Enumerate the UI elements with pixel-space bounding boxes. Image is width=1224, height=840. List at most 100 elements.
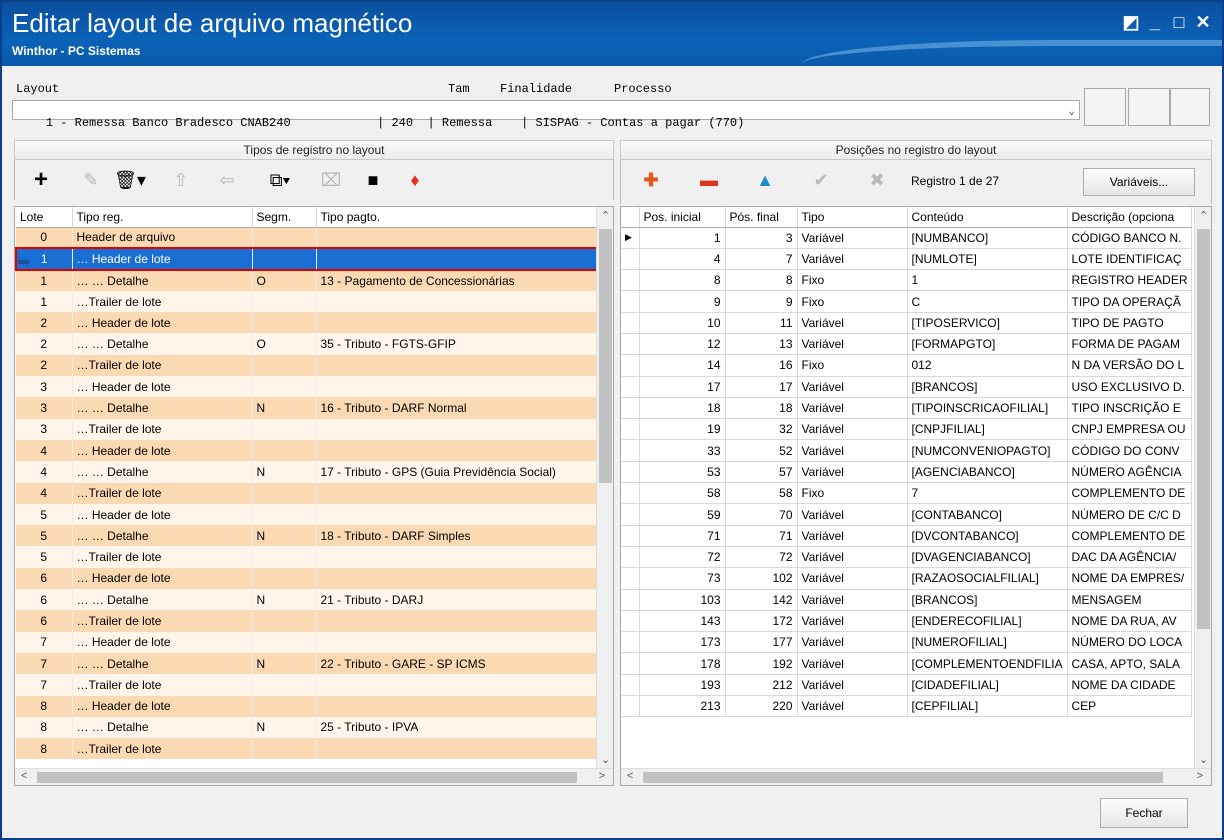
table-row[interactable]: ▶ 1 3 Variável [NUMBANCO] CÓDIGO BANCO N. <box>621 227 1192 249</box>
scroll-thumb-h[interactable] <box>37 772 577 783</box>
table-row[interactable]: 5 …Trailer de lote <box>16 546 599 568</box>
table-row[interactable]: 72 72 Variável [DVAGENCIABANCO] DAC DA AGÊNC… <box>621 546 1192 569</box>
delete-icon[interactable]: 🗑▾ <box>111 168 149 192</box>
table-row[interactable]: 33 52 Variável [NUMCONVENIOPAGTO] CÓDIGO DO … <box>621 439 1192 462</box>
title-bar[interactable]: Editar layout de arquivo magnético Winth… <box>2 2 1222 66</box>
paste-icon[interactable]: ⌧ <box>319 168 343 192</box>
scroll-thumb-h[interactable] <box>643 772 1163 783</box>
table-row[interactable]: 6… … Detalhe N 21 - Tributo - DARJ <box>16 589 599 611</box>
table-row[interactable]: 2… … Detalhe O 35 - Tributo - FGTS-GFIP <box>16 333 599 355</box>
table-row[interactable]: 14 16 Fixo 012 N DA VERSÃO DO L <box>621 354 1192 377</box>
col-header-pos-inicial[interactable]: Pos. inicial <box>639 207 726 228</box>
maximize-icon[interactable]: □ <box>1168 12 1190 33</box>
table-row[interactable]: 73 102 Variável [RAZAOSOCIALFILIAL] NOME DA … <box>621 567 1192 590</box>
table-row[interactable]: 6 …Trailer de lote <box>16 610 599 632</box>
col-header-descricao[interactable]: Descrição (opciona <box>1067 207 1192 228</box>
scroll-left-icon[interactable]: < <box>627 770 633 782</box>
cancel-icon[interactable]: ✖ <box>865 168 889 192</box>
warning-icon[interactable]: ♦ <box>403 168 427 192</box>
doc-icon[interactable]: ■ <box>361 168 385 192</box>
table-row[interactable]: 173 177 Variável [NUMEROFILIAL] NÚMERO DO LO… <box>621 631 1192 654</box>
layout-select[interactable]: 1 - Remessa Banco Bradesco CNAB240 | 240… <box>12 100 1080 130</box>
table-row[interactable]: 1 …Trailer de lote <box>16 290 599 313</box>
table-row[interactable]: 3… … Detalhe N 16 - Tributo - DARF Normal <box>16 397 599 419</box>
table-row[interactable]: 12 13 Variável [FORMAPGTO] FORMA DE PAGAM <box>621 333 1192 356</box>
scroll-down-icon[interactable]: ⌄ <box>601 753 610 766</box>
close-icon[interactable]: ✕ <box>1192 12 1214 33</box>
move-left-icon[interactable]: ⇦ <box>215 168 239 192</box>
table-row[interactable]: 1… Header de lote <box>15 247 599 271</box>
layout-action-button-1[interactable] <box>1084 88 1126 126</box>
table-row[interactable]: 4 7 Variável [NUMLOTE] LOTE IDENTIFICAÇ <box>621 248 1192 271</box>
table-row[interactable]: 71 71 Variável [DVCONTABANCO] COMPLEMENTO DE <box>621 525 1192 547</box>
edit-icon[interactable]: ✎ <box>79 168 103 192</box>
left-vertical-scrollbar[interactable]: ⌃ ⌄ <box>596 207 613 768</box>
cell-tipo-pagto <box>316 631 599 653</box>
table-row[interactable]: 18 18 Variável [TIPOINSCRICAOFILIAL] TIPO IN… <box>621 397 1192 420</box>
col-header-lote[interactable]: Lote <box>16 207 73 228</box>
layout-action-button-3[interactable] <box>1170 88 1210 126</box>
col-header-segm[interactable]: Segm. <box>252 207 317 228</box>
table-row[interactable]: 5… Header de lote <box>16 503 599 526</box>
table-row[interactable]: 3… Header de lote <box>16 376 599 398</box>
right-horizontal-scrollbar[interactable]: < > <box>621 768 1211 785</box>
table-row[interactable]: 8… … Detalhe N 25 - Tributo - IPVA <box>16 716 599 739</box>
table-row[interactable]: 58 58 Fixo 7 COMPLEMENTO DE <box>621 482 1192 505</box>
copy-icon[interactable]: ⧉▾ <box>261 168 299 192</box>
table-row[interactable]: 4 …Trailer de lote <box>16 482 599 504</box>
scroll-up-icon[interactable]: ⌃ <box>1199 209 1208 222</box>
table-row[interactable]: 7… … Detalhe N 22 - Tributo - GARE - SP IC… <box>16 652 599 675</box>
col-header-tipo-reg[interactable]: Tipo reg. <box>72 207 253 228</box>
table-row[interactable]: 7 …Trailer de lote <box>16 674 599 696</box>
add-icon[interactable]: + <box>29 168 53 192</box>
col-header-pos-final[interactable]: Pós. final <box>725 207 798 228</box>
scroll-left-icon[interactable]: < <box>21 770 27 782</box>
table-row[interactable]: 8 …Trailer de lote <box>16 738 599 760</box>
scroll-thumb[interactable] <box>1197 229 1210 629</box>
scroll-up-icon[interactable]: ⌃ <box>601 209 610 222</box>
table-row[interactable]: 143 172 Variável [ENDERECOFILIAL] NOME DA RU… <box>621 610 1192 633</box>
table-row[interactable]: 0 Header de arquivo <box>16 227 599 249</box>
chevron-down-icon[interactable]: ⌄ <box>1068 104 1075 118</box>
close-button[interactable]: Fechar <box>1100 798 1188 828</box>
left-horizontal-scrollbar[interactable]: < > <box>15 768 613 785</box>
add-position-icon[interactable]: ✚ <box>639 168 663 192</box>
scroll-right-icon[interactable]: > <box>599 770 605 782</box>
table-row[interactable]: 8 8 Fixo 1 REGISTRO HEADER <box>621 269 1192 292</box>
table-row[interactable]: 1… … Detalhe O 13 - Pagamento de Concessio… <box>16 269 599 291</box>
minimize-icon[interactable]: _ <box>1144 12 1166 33</box>
table-row[interactable]: 17 17 Variável [BRANCOS] USO EXCLUSIVO D. <box>621 376 1192 398</box>
col-header-tipo[interactable]: Tipo <box>797 207 908 228</box>
right-vertical-scrollbar[interactable]: ⌃ ⌄ <box>1194 207 1211 768</box>
table-row[interactable]: 7… Header de lote <box>16 631 599 653</box>
remove-position-icon[interactable]: ▬ <box>697 168 721 192</box>
scroll-thumb[interactable] <box>599 229 612 483</box>
move-up-icon[interactable]: ⇧ <box>169 168 193 192</box>
table-row[interactable]: 5… … Detalhe N 18 - Tributo - DARF Simples <box>16 525 599 547</box>
table-row[interactable]: 103 142 Variável [BRANCOS] MENSAGEM <box>621 589 1192 611</box>
table-row[interactable]: 8… Header de lote <box>16 695 599 717</box>
confirm-icon[interactable]: ✔ <box>809 168 833 192</box>
table-row[interactable]: 3 …Trailer de lote <box>16 418 599 440</box>
move-up-icon[interactable]: ▲ <box>753 168 777 192</box>
table-row[interactable]: 4… Header de lote <box>16 439 599 462</box>
table-row[interactable]: 178 192 Variável [COMPLEMENTOENDFILIA CASA, … <box>621 652 1192 675</box>
table-row[interactable]: 193 212 Variável [CIDADEFILIAL] NOME DA CIDA… <box>621 674 1192 697</box>
table-row[interactable]: 53 57 Variável [AGENCIABANCO] NÚMERO AGÊNCIA <box>621 461 1192 484</box>
col-header-conteudo[interactable]: Conteúdo <box>907 207 1068 228</box>
table-row[interactable]: 59 70 Variável [CONTABANCO] NÚMERO DE C/C D <box>621 503 1192 526</box>
col-header-tipo-pagto[interactable]: Tipo pagto. <box>316 207 599 228</box>
table-row[interactable]: 9 9 Fixo C TIPO DA OPERAÇÃ <box>621 290 1192 313</box>
table-row[interactable]: 213 220 Variável [CEPFILIAL] CEP <box>621 695 1192 718</box>
table-row[interactable]: 4… … Detalhe N 17 - Tributo - GPS (Guia Pr… <box>16 461 599 483</box>
restore-icon[interactable]: ◩ <box>1120 12 1142 33</box>
scroll-right-icon[interactable]: > <box>1197 770 1203 782</box>
table-row[interactable]: 19 32 Variável [CNPJFILIAL] CNPJ EMPRESA OU <box>621 418 1192 441</box>
table-row[interactable]: 2… Header de lote <box>16 312 599 334</box>
variables-button[interactable]: Variáveis... <box>1083 168 1195 196</box>
table-row[interactable]: 10 11 Variável [TIPOSERVICO] TIPO DE PAGTO <box>621 312 1192 334</box>
scroll-down-icon[interactable]: ⌄ <box>1199 753 1208 766</box>
table-row[interactable]: 2 …Trailer de lote <box>16 354 599 377</box>
layout-action-button-2[interactable] <box>1128 88 1170 126</box>
table-row[interactable]: 6… Header de lote <box>16 567 599 590</box>
